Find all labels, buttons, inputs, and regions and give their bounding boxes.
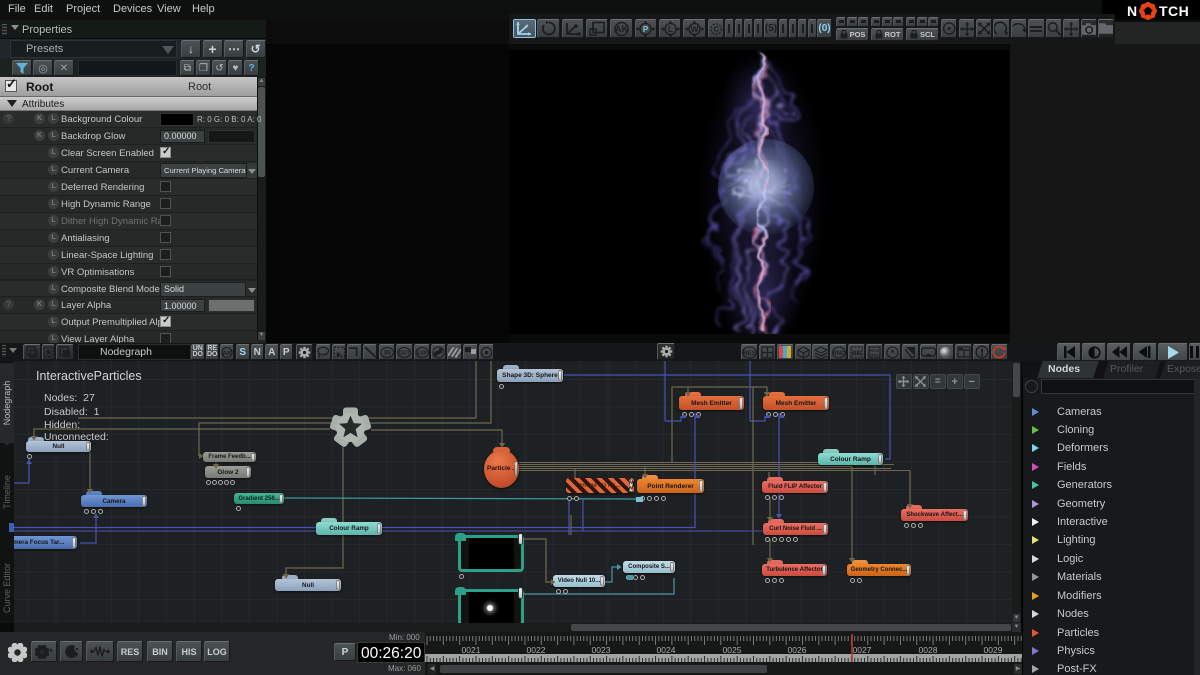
svg-text:0028: 0028: [919, 645, 938, 655]
svg-text:P: P: [643, 25, 649, 34]
svg-text:0029: 0029: [984, 645, 1003, 655]
svg-text:RES: RES: [743, 350, 757, 357]
svg-text:0021: 0021: [462, 645, 481, 655]
svg-text:C: C: [713, 24, 719, 33]
svg-text:BB: BB: [852, 350, 862, 357]
svg-text:IN: IN: [384, 349, 391, 356]
svg-text:EXP: EXP: [416, 350, 427, 356]
svg-text:W: W: [691, 25, 699, 34]
svg-text:RNG: RNG: [832, 351, 846, 357]
svg-text:*: *: [891, 348, 895, 358]
svg-text:L: L: [668, 25, 673, 34]
svg-text:0024: 0024: [657, 645, 676, 655]
svg-text:0022: 0022: [527, 645, 546, 655]
svg-text:0026: 0026: [788, 645, 807, 655]
svg-text:DTA: DTA: [870, 353, 880, 358]
svg-text:AK: AK: [615, 24, 628, 34]
svg-text:AK: AK: [222, 349, 232, 356]
svg-text:0025: 0025: [723, 645, 742, 655]
svg-text:0027: 0027: [853, 645, 872, 655]
svg-text:0023: 0023: [592, 645, 611, 655]
svg-text:OUT: OUT: [399, 350, 411, 356]
